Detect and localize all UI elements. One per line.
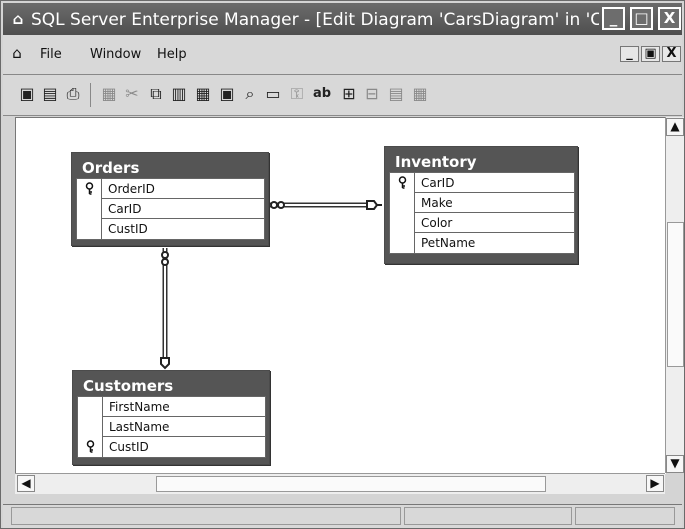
primary-key-cell <box>77 179 102 199</box>
field-name: OrderID <box>108 182 155 196</box>
customers-fields: FirstName LastName CustID <box>77 396 266 458</box>
show-icon[interactable]: ▭ <box>263 84 283 104</box>
key-cell <box>77 219 102 239</box>
mdi-close-button[interactable]: X <box>662 46 681 62</box>
vertical-scroll-thumb[interactable] <box>667 222 684 367</box>
table-row[interactable]: FirstName <box>78 397 265 417</box>
key-cell <box>78 417 103 437</box>
status-panel-extra <box>575 507 675 525</box>
paste-icon[interactable]: ▥ <box>169 84 189 104</box>
field-name: CarID <box>421 176 455 190</box>
menu-bar: ⌂ File Window Help _ ▣ X <box>3 35 682 75</box>
layout-icon[interactable]: ⊞ <box>339 84 359 104</box>
field-name: Make <box>421 196 453 210</box>
key-cell <box>78 397 103 417</box>
status-panel-info <box>404 507 572 525</box>
minimize-button[interactable]: _ <box>602 7 625 30</box>
table-row[interactable]: CustID <box>78 437 265 457</box>
child-window-icon[interactable]: ⌂ <box>8 44 26 62</box>
copy-icon[interactable]: ⧉ <box>146 84 166 104</box>
table-row[interactable]: CarID <box>390 173 574 193</box>
toolbar-separator <box>90 83 91 107</box>
save-icon[interactable]: ▣ <box>17 84 37 104</box>
primary-key-icon <box>86 440 95 453</box>
field-name: Color <box>421 216 453 230</box>
mdi-restore-button[interactable]: ▣ <box>641 46 660 62</box>
status-panel-main <box>11 507 401 525</box>
key-cell <box>77 199 102 219</box>
table-row[interactable]: PetName <box>390 233 574 253</box>
primary-key-icon <box>398 176 407 189</box>
field-name: CustID <box>109 440 149 454</box>
key-icon[interactable]: ⚿ <box>287 84 307 104</box>
orders-table-title: Orders <box>72 153 268 178</box>
many-end-key-icon <box>366 200 382 210</box>
inventory-table[interactable]: Inventory CarID Make Color PetName <box>384 146 578 264</box>
diagram-canvas[interactable]: Orders OrderID CarID CustID Inventory Ca… <box>15 117 666 474</box>
scroll-up-button[interactable]: ▲ <box>666 118 684 136</box>
table-row[interactable]: LastName <box>78 417 265 437</box>
field-name: CustID <box>108 222 148 236</box>
table-row[interactable]: CarID <box>77 199 264 219</box>
customers-table-title: Customers <box>73 371 269 396</box>
field-name: PetName <box>421 236 476 250</box>
table-view-icon[interactable]: ▤ <box>386 84 406 104</box>
customers-table[interactable]: Customers FirstName LastName CustID <box>72 370 270 465</box>
mdi-minimize-button[interactable]: _ <box>620 46 639 62</box>
scroll-right-button[interactable]: ▶ <box>646 475 664 492</box>
autosize-icon[interactable]: ⊟ <box>362 84 382 104</box>
menu-help[interactable]: Help <box>157 47 187 63</box>
menu-file[interactable]: File <box>40 47 62 63</box>
new-table-icon[interactable]: ▦ <box>99 84 119 104</box>
primary-key-icon <box>85 182 94 195</box>
orders-table[interactable]: Orders OrderID CarID CustID <box>71 152 269 246</box>
table-row[interactable]: OrderID <box>77 179 264 199</box>
sql-server-enterprise-manager-window: ⌂ SQL Server Enterprise Manager - [Edit … <box>0 0 685 529</box>
table-row[interactable]: Make <box>390 193 574 213</box>
status-bar <box>3 504 682 528</box>
table-row[interactable]: CustID <box>77 219 264 239</box>
field-name: FirstName <box>109 400 170 414</box>
menu-window[interactable]: Window <box>90 47 141 63</box>
sql-server-app-icon: ⌂ <box>12 10 24 28</box>
field-name: CarID <box>108 202 142 216</box>
orders-fields: OrderID CarID CustID <box>76 178 265 240</box>
grid-icon[interactable]: ▦ <box>410 84 430 104</box>
window-titlebar[interactable]: ⌂ SQL Server Enterprise Manager - [Edit … <box>3 3 682 35</box>
window-title: SQL Server Enterprise Manager - [Edit Di… <box>31 10 599 30</box>
primary-key-cell <box>390 173 415 193</box>
properties-icon[interactable]: ▤ <box>40 84 60 104</box>
inventory-table-title: Inventory <box>385 147 577 172</box>
primary-key-cell <box>78 437 103 457</box>
diagram-toolbar: ▣ ▤ ⎙ ▦ ✂ ⧉ ▥ ▦ ▣ ⌕ ▭ ⚿ ab ⊞ ⊟ ▤ ▦ <box>3 75 682 116</box>
text-icon[interactable]: ab <box>310 84 334 104</box>
scroll-left-button[interactable]: ◀ <box>17 475 35 492</box>
cut-icon[interactable]: ✂ <box>122 84 142 104</box>
relationship-icon[interactable]: ▣ <box>217 84 237 104</box>
print-icon[interactable]: ⎙ <box>63 84 83 104</box>
inventory-fields: CarID Make Color PetName <box>389 172 575 254</box>
delete-table-icon[interactable]: ▦ <box>193 84 213 104</box>
close-button[interactable]: X <box>658 7 681 30</box>
table-row[interactable]: Color <box>390 213 574 233</box>
field-name: LastName <box>109 420 170 434</box>
key-cell <box>390 193 415 213</box>
key-cell <box>390 213 415 233</box>
key-cell <box>390 233 415 253</box>
zoom-icon[interactable]: ⌕ <box>240 84 260 104</box>
maximize-button[interactable]: □ <box>630 7 653 30</box>
scroll-down-button[interactable]: ▼ <box>666 455 684 473</box>
horizontal-scroll-thumb[interactable] <box>156 476 546 492</box>
